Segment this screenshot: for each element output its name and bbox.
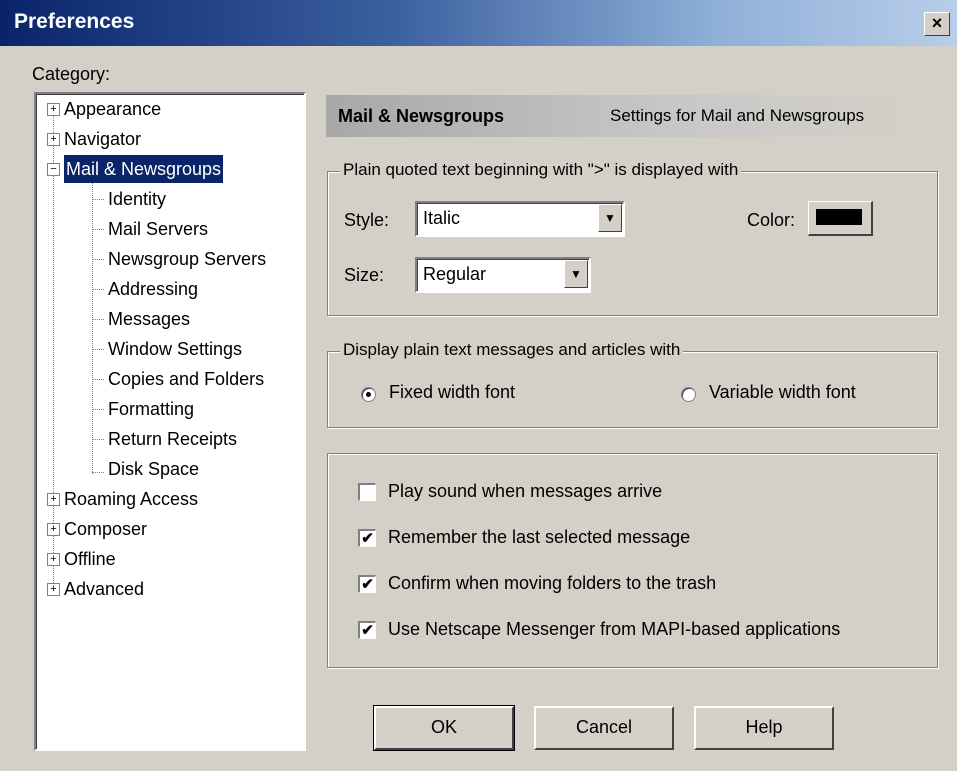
tree-item-label: Mail & Newsgroups xyxy=(64,155,224,183)
color-picker-button[interactable] xyxy=(808,201,873,236)
expand-icon[interactable]: + xyxy=(47,523,60,536)
variable-width-radio[interactable] xyxy=(681,387,696,402)
tree-item-return-receipts[interactable]: Return Receipts xyxy=(108,425,237,453)
tree-connector-line xyxy=(92,472,104,473)
close-button[interactable]: × xyxy=(924,12,950,36)
tree-item-disk-space[interactable]: Disk Space xyxy=(108,455,199,483)
tree-connector-line xyxy=(53,108,54,593)
quoted-text-legend: Plain quoted text beginning with ">" is … xyxy=(340,160,742,180)
tree-connector-line xyxy=(92,439,104,440)
tree-item-messages[interactable]: Messages xyxy=(108,305,190,333)
color-label: Color: xyxy=(747,210,796,230)
panel-header: Mail & Newsgroups Settings for Mail and … xyxy=(326,95,914,137)
tree-item-newsgroup-servers[interactable]: Newsgroup Servers xyxy=(108,245,266,273)
expand-icon[interactable]: + xyxy=(47,133,60,146)
panel-description: Settings for Mail and Newsgroups xyxy=(610,106,865,125)
tree-connector-line xyxy=(92,182,93,474)
use-messenger-mapi-checkbox[interactable]: ✔ xyxy=(358,621,376,639)
collapse-icon[interactable]: − xyxy=(47,163,60,176)
category-label: Category: xyxy=(32,64,111,84)
fixed-width-label[interactable]: Fixed width font xyxy=(389,382,515,403)
expand-icon[interactable]: + xyxy=(47,553,60,566)
dropdown-arrow-icon[interactable]: ▼ xyxy=(598,204,622,232)
style-value: Italic xyxy=(423,208,461,228)
quoted-text-group xyxy=(327,171,938,316)
cancel-button[interactable]: Cancel xyxy=(534,706,674,750)
plain-text-legend: Display plain text messages and articles… xyxy=(340,340,684,360)
tree-item-label: Advanced xyxy=(64,579,145,599)
tree-connector-line xyxy=(92,229,104,230)
title-bar xyxy=(0,0,957,46)
color-swatch xyxy=(816,209,862,225)
tree-item-label: Appearance xyxy=(64,99,162,119)
tree-connector-line xyxy=(92,259,104,260)
style-select[interactable]: Italic ▼ xyxy=(415,201,625,237)
tree-connector-line xyxy=(92,349,104,350)
tree-item-label: Roaming Access xyxy=(64,489,199,509)
window-title: Preferences xyxy=(14,10,135,33)
dropdown-arrow-icon[interactable]: ▼ xyxy=(564,260,588,288)
panel-title: Mail & Newsgroups xyxy=(338,106,505,126)
tree-connector-line xyxy=(92,409,104,410)
tree-item-window-settings[interactable]: Window Settings xyxy=(108,335,242,363)
tree-item-label: Offline xyxy=(64,549,116,569)
confirm-trash-checkbox[interactable]: ✔ xyxy=(358,575,376,593)
tree-connector-line xyxy=(92,289,104,290)
expand-icon[interactable]: + xyxy=(47,583,60,596)
help-button[interactable]: Help xyxy=(694,706,834,750)
expand-icon[interactable]: + xyxy=(47,103,60,116)
size-label: Size: xyxy=(344,265,385,285)
tree-item-formatting[interactable]: Formatting xyxy=(108,395,194,423)
ok-button[interactable]: OK xyxy=(373,705,515,751)
radio-selected-dot xyxy=(366,392,371,397)
remember-message-label[interactable]: Remember the last selected message xyxy=(388,527,690,548)
play-sound-checkbox[interactable] xyxy=(358,483,376,501)
fixed-width-radio[interactable] xyxy=(361,387,376,402)
tree-item-label: Navigator xyxy=(64,129,142,149)
remember-message-checkbox[interactable]: ✔ xyxy=(358,529,376,547)
size-select[interactable]: Regular ▼ xyxy=(415,257,591,293)
tree-item-label: Composer xyxy=(64,519,148,539)
play-sound-label[interactable]: Play sound when messages arrive xyxy=(388,481,662,502)
tree-connector-line xyxy=(92,379,104,380)
tree-connector-line xyxy=(92,199,104,200)
size-value: Regular xyxy=(423,264,487,284)
variable-width-label[interactable]: Variable width font xyxy=(709,382,856,403)
use-messenger-mapi-label[interactable]: Use Netscape Messenger from MAPI-based a… xyxy=(388,619,840,640)
expand-icon[interactable]: + xyxy=(47,493,60,506)
tree-item-identity[interactable]: Identity xyxy=(108,185,166,213)
style-label: Style: xyxy=(344,210,390,230)
tree-item-copies-folders[interactable]: Copies and Folders xyxy=(108,365,264,393)
tree-item-mail-servers[interactable]: Mail Servers xyxy=(108,215,208,243)
category-tree[interactable]: + Appearance + Navigator − Mail & Newsgr… xyxy=(34,92,306,751)
tree-connector-line xyxy=(92,319,104,320)
tree-item-addressing[interactable]: Addressing xyxy=(108,275,198,303)
confirm-trash-label[interactable]: Confirm when moving folders to the trash xyxy=(388,573,716,594)
